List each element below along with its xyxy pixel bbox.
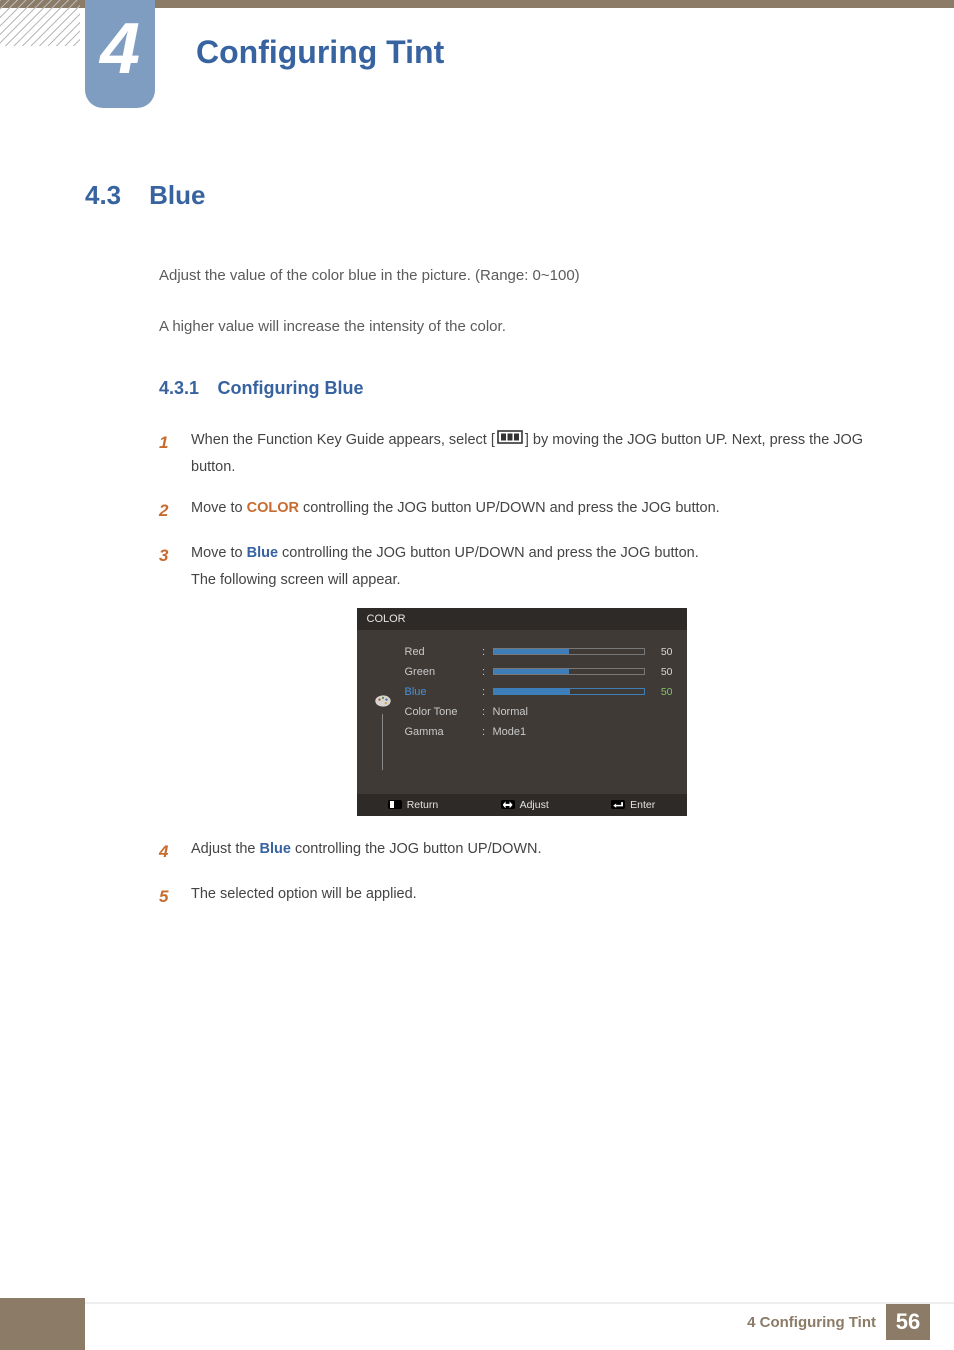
osd-screenshot: COLOR Red : 50 Green : [159, 608, 884, 816]
step-1: 1 When the Function Key Guide appears, s… [159, 427, 884, 481]
osd-value: Mode1 [493, 726, 527, 738]
osd-slider [493, 688, 645, 695]
osd-panel: COLOR Red : 50 Green : [357, 608, 687, 816]
osd-slider [493, 648, 645, 655]
osd-value: 50 [651, 646, 673, 658]
osd-row-color-tone: Color Tone : Normal [405, 706, 673, 718]
osd-footer-adjust: Adjust [501, 799, 549, 811]
osd-footer-enter: Enter [611, 799, 655, 811]
chapter-title: Configuring Tint [196, 34, 444, 71]
osd-value: 50 [651, 666, 673, 678]
step-number: 2 [159, 495, 173, 526]
corner-hatch-decoration [0, 0, 80, 46]
osd-value: 50 [651, 686, 673, 698]
chapter-number-badge: 4 [85, 0, 155, 108]
adjust-icon [501, 800, 515, 809]
step-text: Move to Blue controlling the JOG button … [191, 540, 699, 594]
keyword-color: COLOR [247, 500, 299, 516]
step-4: 4 Adjust the Blue controlling the JOG bu… [159, 836, 884, 867]
step-text: Move to COLOR controlling the JOG button… [191, 495, 720, 522]
osd-body: Red : 50 Green : 50 Blue : [357, 630, 687, 794]
footer-chapter-label: 4 Configuring Tint [747, 1314, 876, 1331]
step-5: 5 The selected option will be applied. [159, 881, 884, 912]
page-content: 4.3 Blue Adjust the value of the color b… [85, 180, 884, 927]
keyword-blue: Blue [247, 545, 278, 561]
intro-line-1: Adjust the value of the color blue in th… [159, 265, 884, 288]
osd-row-blue: Blue : 50 [405, 686, 673, 698]
chapter-number: 4 [100, 13, 140, 85]
section-number: 4.3 [85, 180, 121, 211]
osd-row-gamma: Gamma : Mode1 [405, 726, 673, 738]
osd-divider-line [382, 714, 383, 770]
step-text: The selected option will be applied. [191, 881, 417, 908]
page-footer: 4 Configuring Tint 56 [0, 1302, 954, 1350]
section-heading: 4.3 Blue [85, 180, 884, 211]
step-2: 2 Move to COLOR controlling the JOG butt… [159, 495, 884, 526]
footer-left-band [0, 1298, 85, 1350]
steps-list-continued: 4 Adjust the Blue controlling the JOG bu… [159, 836, 884, 913]
osd-footer-return: Return [388, 799, 439, 811]
step-text: Adjust the Blue controlling the JOG butt… [191, 836, 542, 863]
osd-label: Red [405, 646, 475, 658]
osd-rows: Red : 50 Green : 50 Blue : [405, 646, 673, 770]
osd-label: Gamma [405, 726, 475, 738]
osd-title: COLOR [357, 608, 687, 630]
osd-footer: Return Adjust Enter [357, 794, 687, 816]
footer-right: 4 Configuring Tint 56 [747, 1304, 930, 1340]
osd-label: Color Tone [405, 706, 475, 718]
step-number: 5 [159, 881, 173, 912]
step-3: 3 Move to Blue controlling the JOG butto… [159, 540, 884, 594]
steps-list: 1 When the Function Key Guide appears, s… [159, 427, 884, 594]
step-number: 1 [159, 427, 173, 458]
section-title: Blue [149, 180, 205, 211]
osd-slider [493, 668, 645, 675]
page-number: 56 [886, 1304, 930, 1340]
step-text: When the Function Key Guide appears, sel… [191, 427, 884, 481]
osd-label: Green [405, 666, 475, 678]
subsection-number: 4.3.1 [159, 378, 199, 398]
return-icon [388, 800, 402, 809]
subsection-heading: 4.3.1 Configuring Blue [159, 378, 884, 399]
step-number: 3 [159, 540, 173, 571]
osd-palette-icon [371, 694, 395, 770]
keyword-blue: Blue [260, 841, 291, 857]
enter-icon [611, 800, 625, 809]
osd-row-red: Red : 50 [405, 646, 673, 658]
step-number: 4 [159, 836, 173, 867]
intro-line-2: A higher value will increase the intensi… [159, 316, 884, 339]
subsection-title: Configuring Blue [218, 378, 364, 398]
menu-icon [497, 427, 523, 454]
osd-row-green: Green : 50 [405, 666, 673, 678]
osd-label: Blue [405, 686, 475, 698]
osd-value: Normal [493, 706, 528, 718]
